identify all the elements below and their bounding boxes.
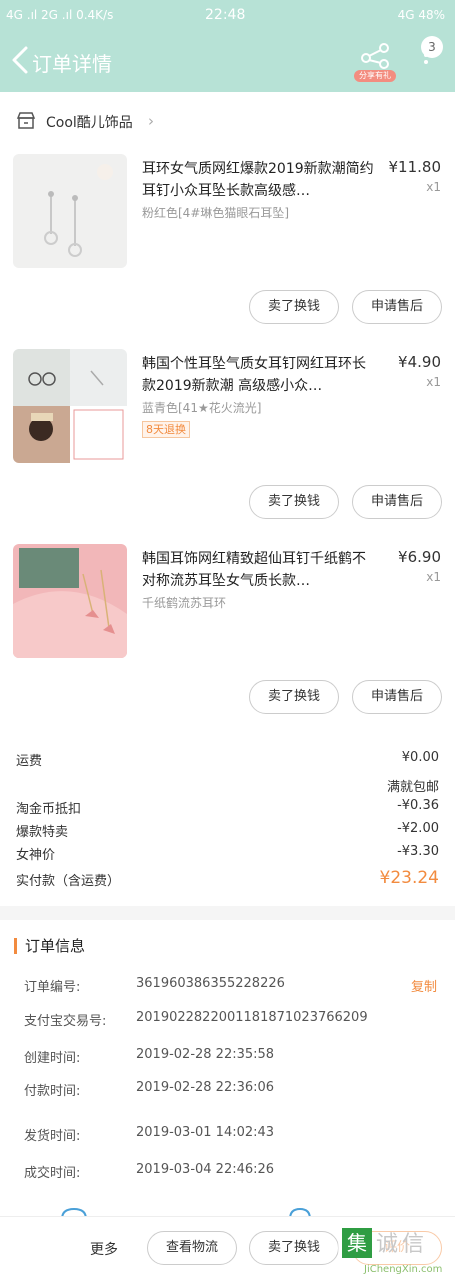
payment-time-label: 付款时间: [24,1084,81,1099]
store-icon [16,112,36,129]
dot-icon [424,53,428,57]
battery-indicator: 4G 48% [397,8,445,22]
product-quantity: x1 [426,375,441,389]
goddess-price-row: 女神价 -¥3.30 [0,842,455,864]
shipping-label: 运费 [16,754,43,769]
site-watermark: 集 诚信 JiChengXin.com [338,1222,455,1280]
watermark-logo: 集 [342,1228,372,1258]
order-number-label: 订单编号: [24,980,81,995]
signal-indicators: 4G .ıl 2G .ıl 0.4K/s [6,8,114,22]
product-sku: 蓝青色[41★花火流光] [142,401,262,415]
after-sales-button[interactable]: 申请售后 [352,485,442,519]
shipped-time-row: 发货时间: 2019-03-01 14:02:43 [0,1125,455,1147]
paid-total-row: 实付款（含运费） ¥23.24 [0,868,455,894]
section-divider [0,906,455,920]
shop-row[interactable]: Cool酷儿饰品 › [0,100,455,142]
created-time-row: 创建时间: 2019-02-28 22:35:58 [0,1047,455,1069]
order-number-row: 订单编号: 361960386355228226 复制 [0,976,455,998]
shop-name: Cool酷儿饰品 [46,115,133,131]
share-label: 分享有礼 [354,70,396,82]
alipay-trade-value: 2019022822001181871023766209 [136,1010,368,1025]
order-number-value: 361960386355228226 [136,976,285,991]
product-sku: 粉红色[4#琳色猫眼石耳坠] [142,206,290,220]
nav-bar: 订单详情 分享有礼 3 [0,30,455,92]
shipped-time-label: 发货时间: [24,1129,81,1144]
resell-button[interactable]: 卖了换钱 [249,290,339,324]
watermark-url: JiChengXin.com [364,1264,443,1275]
status-bar: 4G .ıl 2G .ıl 0.4K/s 22:48 4G 48% [0,0,455,30]
product-price: ¥4.90 [398,353,441,371]
chevron-left-icon [12,46,28,74]
order-item: 韩国耳饰网红精致超仙耳钉千纸鹤不对称流苏耳坠女气质长款… 千纸鹤流苏耳环 ¥6.… [0,544,455,734]
view-logistics-button[interactable]: 查看物流 [147,1231,237,1265]
resell-order-button[interactable]: 卖了换钱 [249,1231,339,1265]
payment-time-value: 2019-02-28 22:36:06 [136,1080,275,1095]
created-time-label: 创建时间: [24,1051,81,1066]
resell-button[interactable]: 卖了换钱 [249,680,339,714]
product-sku: 千纸鹤流苏耳环 [142,596,227,610]
earring-image [13,349,127,463]
shipping-value: ¥0.00 [401,750,439,765]
goddess-price-value: -¥3.30 [397,844,439,859]
paid-total-value: ¥23.24 [379,868,439,888]
coin-discount-label: 淘金币抵扣 [16,802,82,817]
more-menu-button[interactable] [421,50,431,90]
chevron-right-icon: › [148,112,154,130]
resell-button[interactable]: 卖了换钱 [249,485,339,519]
dot-icon [424,60,428,64]
hot-sale-value: -¥2.00 [397,821,439,836]
order-item: 耳环女气质网红爆款2019新款潮简约耳钉小众耳坠长款高级感… 粉红色[4#琳色猫… [0,154,455,344]
order-info-title: 订单信息 [14,938,85,954]
earring-image [13,154,127,268]
completed-time-value: 2019-03-04 22:46:26 [136,1162,275,1177]
more-actions-button[interactable]: 更多 [90,1239,118,1259]
alipay-trade-row: 支付宝交易号: 2019022822001181871023766209 [0,1010,455,1032]
product-price: ¥6.90 [398,548,441,566]
shipping-row: 运费 ¥0.00 [0,748,455,770]
paid-total-label: 实付款（含运费） [16,874,121,889]
return-policy-badge: 8天退换 [142,421,190,438]
goddess-price-label: 女神价 [16,848,56,863]
share-icon [361,43,389,69]
clock: 22:48 [205,7,246,23]
completed-time-row: 成交时间: 2019-03-04 22:46:26 [0,1162,455,1184]
created-time-value: 2019-02-28 22:35:58 [136,1047,275,1062]
shipping-note: 满就包邮 [386,780,439,795]
coin-discount-value: -¥0.36 [397,798,439,813]
product-title[interactable]: 耳环女气质网红爆款2019新款潮简约耳钉小众耳坠长款高级感… [142,158,377,202]
coin-discount-row: 淘金币抵扣 -¥0.36 [0,796,455,818]
product-title[interactable]: 韩国个性耳坠气质女耳钉网红耳环长款2019新款潮 高级感小众… [142,353,377,397]
hot-sale-row: 爆款特卖 -¥2.00 [0,819,455,841]
payment-time-row: 付款时间: 2019-02-28 22:36:06 [0,1080,455,1102]
after-sales-button[interactable]: 申请售后 [352,680,442,714]
product-image[interactable] [13,544,127,658]
product-title[interactable]: 韩国耳饰网红精致超仙耳钉千纸鹤不对称流苏耳坠女气质长款… [142,548,377,592]
product-price: ¥11.80 [388,158,442,176]
page-title: 订单详情 [32,52,112,76]
product-quantity: x1 [426,180,441,194]
product-image[interactable] [13,154,127,268]
back-button[interactable] [8,42,32,78]
share-button[interactable]: 分享有礼 [354,40,396,86]
completed-time-label: 成交时间: [24,1166,81,1181]
product-image[interactable] [13,349,127,463]
alipay-trade-label: 支付宝交易号: [24,1014,107,1029]
hot-sale-label: 爆款特卖 [16,825,69,840]
after-sales-button[interactable]: 申请售后 [352,290,442,324]
shipped-time-value: 2019-03-01 14:02:43 [136,1125,275,1140]
watermark-text: 诚信 [376,1232,429,1257]
product-quantity: x1 [426,570,441,584]
copy-order-number-button[interactable]: 复制 [411,976,437,995]
order-item: 韩国个性耳坠气质女耳钉网红耳环长款2019新款潮 高级感小众… 蓝青色[41★花… [0,349,455,539]
earring-image [13,544,127,658]
